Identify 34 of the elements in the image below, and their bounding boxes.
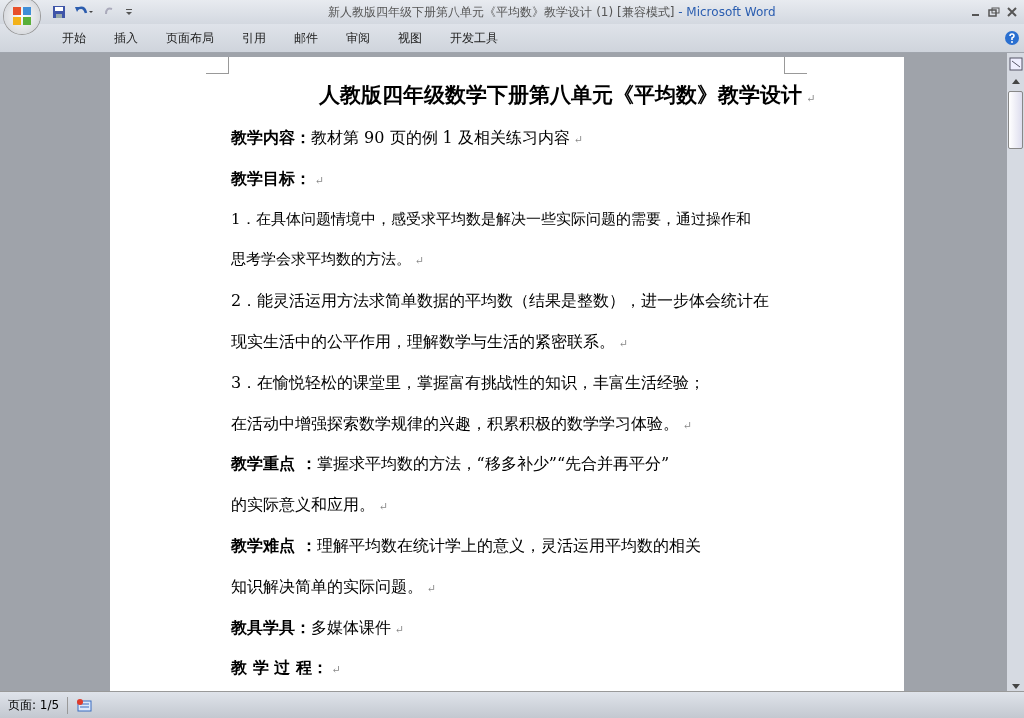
office-logo-icon [11,5,33,27]
ribbon-tab[interactable]: 页面布局 [152,27,228,49]
ribbon-tab[interactable]: 插入 [100,27,152,49]
ribbon-tab[interactable]: 视图 [384,27,436,49]
paragraph: 1．在具体问题情境中，感受求平均数是解决一些实际问题的需要，通过操作和 思考学会求平均数的方法。 ↵ [231,208,752,271]
restore-icon[interactable] [988,7,1000,17]
customize-icon[interactable] [124,7,134,17]
paragraph: 教学目标： ↵ [231,167,326,190]
crop-mark [206,57,229,74]
paragraph: 教学内容：教材第 90 页的例 1 及相关练习内容 ↵ [231,127,585,149]
paragraph: 教学难点 ：理解平均数在统计学上的意义，灵活运用平均数的相关 知识解决简单的实际问题。 ↵ [231,534,702,598]
ribbon-tab[interactable]: 邮件 [280,27,332,49]
paragraph: 2．能灵活运用方法求简单数据的平均数（结果是整数），进一步体会统计在 现实生活中的公平作用，理解数学与生活的紧密联系。 ↵ [231,290,771,353]
ribbon-tab[interactable]: 开始 [48,27,100,49]
paragraph: 3．在愉悦轻松的课堂里，掌握富有挑战性的知识，丰富生活经验； 在活动中增强探索数学规律的兴趣，积累积极的数学学习体验。 ↵ [231,371,707,435]
vertical-scrollbar[interactable] [1007,53,1024,691]
paragraph: 教 学 过 程： ↵ [231,657,342,680]
save-icon[interactable] [52,5,66,19]
help-icon[interactable] [1004,30,1020,46]
paragraph: 人教版四年级数学下册第八单元《平均数》教学设计 ↵ [318,81,817,109]
scroll-up-icon[interactable] [1010,77,1021,85]
crop-mark [784,57,807,74]
paragraph: 教具学具：多媒体课件 ↵ [231,616,406,639]
ribbon-tab[interactable]: 引用 [228,27,280,49]
window-title: 新人教版四年级下册第八单元《平均数》教学设计 (1) [兼容模式] - Microsoft Word [327,3,777,21]
paragraph: 教学重点 ：掌握求平均数的方法，“移多补少”“先合并再平分” 的实际意义和应用。 ↵ [231,453,671,517]
close-icon[interactable] [1006,7,1018,17]
office-button[interactable] [4,0,40,34]
layout-icon[interactable] [76,698,93,712]
ruler-toggle-icon[interactable] [1008,57,1023,71]
page-count[interactable]: 页面: 1/5 [0,696,69,714]
ribbon-tab[interactable]: 开发工具 [436,27,512,49]
scroll-thumb[interactable] [1008,91,1023,149]
ribbon-tab[interactable]: 审阅 [332,27,384,49]
